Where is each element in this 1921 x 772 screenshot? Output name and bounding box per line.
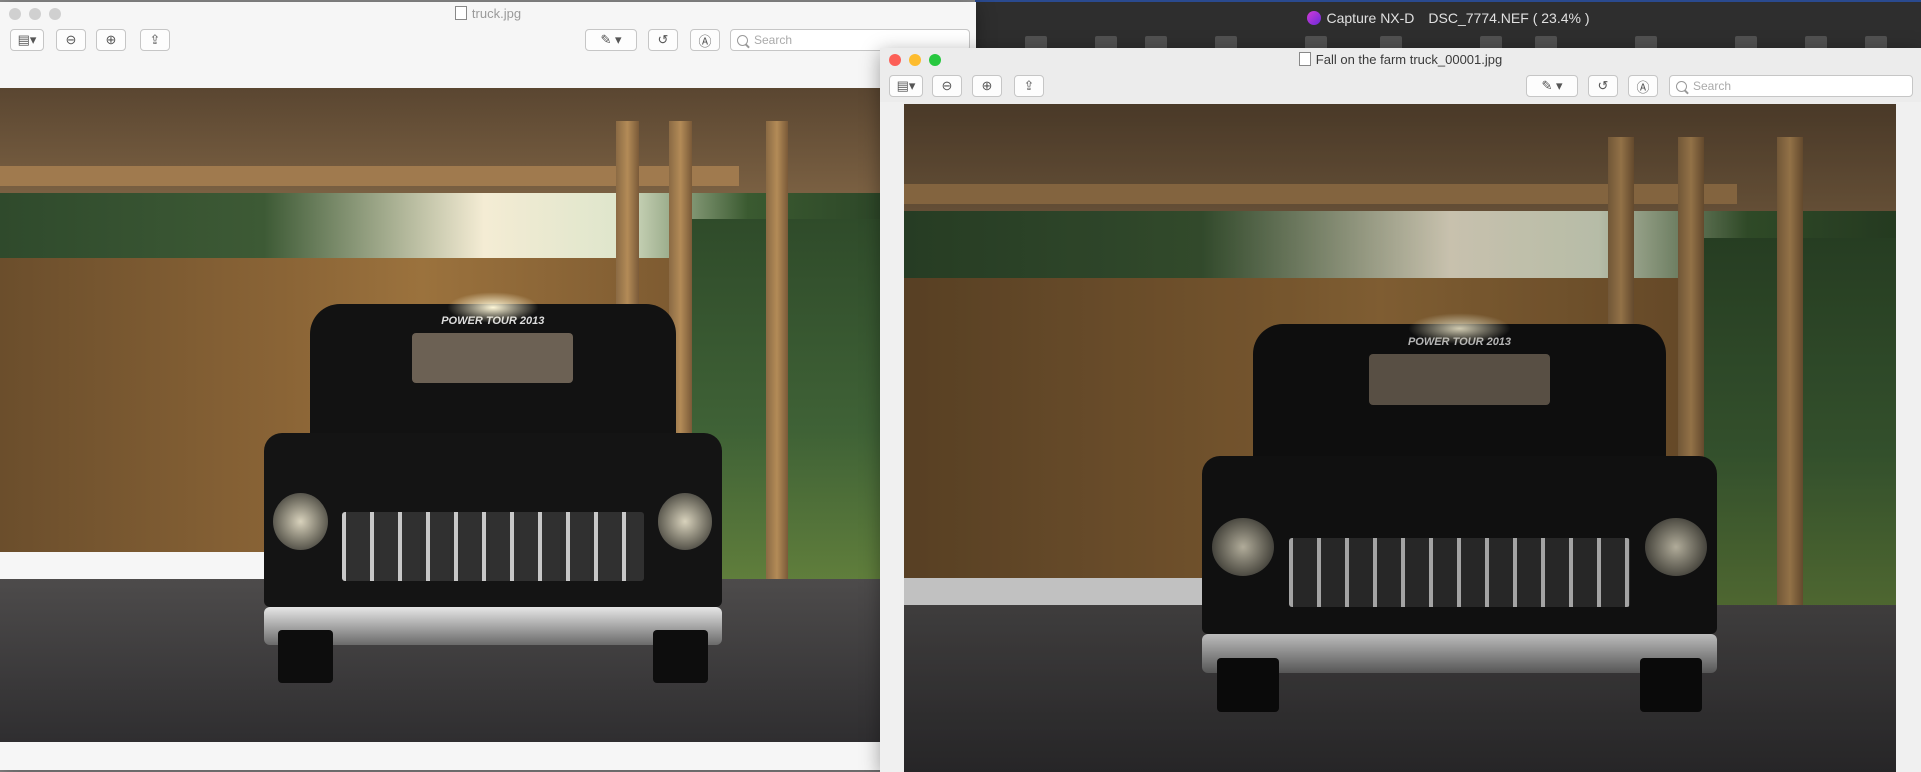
share-icon: ⇪ [149,32,161,47]
sun-glare [1407,312,1512,344]
annotate-button[interactable]: Ⓐ [690,29,720,51]
capture-nxd-document: DSC_7774.NEF ( 23.4% ) [1428,10,1590,26]
annotate-button[interactable]: Ⓐ [1628,75,1658,97]
truck-windshield [412,332,574,384]
truck-cab: POWER TOUR 2013 [309,303,676,448]
photo-post [1776,137,1803,659]
zoom-out-button[interactable]: ⊖ [56,29,86,51]
annotate-icon: Ⓐ [1636,79,1650,95]
zoom-in-icon: ⊕ [105,32,117,47]
zoom-in-icon: ⊕ [981,78,993,93]
truck-windshield [1368,353,1551,406]
image-margin [1896,102,1921,772]
markup-button[interactable]: ✎ ▾ [1526,75,1578,97]
preview-window-fall-on-the-farm: Fall on the farm truck_00001.jpg ▤▾ ⊖ ⊕ … [880,48,1921,772]
share-icon: ⇪ [1023,78,1035,93]
window-title-text: truck.jpg [471,6,522,21]
photo-truck: POWER TOUR 2013 [264,292,722,684]
zoom-in-button[interactable]: ⊕ [972,75,1002,97]
capture-nxd-logo-icon [1306,11,1321,25]
search-placeholder: Search [754,33,793,47]
image-view[interactable]: POWER TOUR 2013 [904,104,1896,772]
truck-grille [1289,537,1630,608]
zoom-out-icon: ⊖ [65,32,77,47]
zoom-out-icon: ⊖ [941,78,953,93]
sidebar-toggle-button[interactable]: ▤▾ [889,75,923,97]
preview-window-truck: truck.jpg ▤▾ ⊖ ⊕ ⇪ ✎ ▾ ↺ Ⓐ Search POWER … [0,2,976,770]
search-icon [737,34,748,46]
rotate-icon: ↺ [657,32,669,47]
search-placeholder: Search [1693,79,1732,93]
truck-headlight [273,493,329,551]
rotate-button[interactable]: ↺ [1588,75,1618,97]
photo-truck: POWER TOUR 2013 [1201,312,1718,712]
capture-nxd-app-name: Capture NX-D [1326,10,1415,26]
window-titlebar[interactable]: Fall on the farm truck_00001.jpg [880,48,1921,72]
search-icon [1676,80,1687,92]
zoom-in-button[interactable]: ⊕ [96,29,126,51]
rotate-icon: ↺ [1597,78,1609,93]
truck-tire [277,630,333,684]
photo-post [765,120,789,631]
truck-headlight [1645,518,1708,577]
truck-grille [341,512,644,581]
markup-button[interactable]: ✎ ▾ [585,29,637,51]
share-button[interactable]: ⇪ [140,29,170,51]
window-title-text: Fall on the farm truck_00001.jpg [1315,52,1503,67]
truck-tire [652,630,708,684]
window-title: truck.jpg [0,6,976,21]
window-toolbar: ▤▾ ⊖ ⊕ ⇪ ✎ ▾ ↺ Ⓐ Search [0,26,976,56]
window-titlebar[interactable]: truck.jpg [0,2,976,26]
rotate-button[interactable]: ↺ [648,29,678,51]
image-view[interactable]: POWER TOUR 2013 [0,88,880,742]
annotate-icon: Ⓐ [698,33,712,49]
sidebar-toggle-icon: ▤▾ [896,78,916,93]
truck-tire [1217,657,1279,712]
zoom-out-button[interactable]: ⊖ [932,75,962,97]
pen-markup-icon: ✎ ▾ [1541,78,1563,93]
sidebar-toggle-icon: ▤▾ [17,32,37,47]
share-button[interactable]: ⇪ [1014,75,1044,97]
image-margin [880,102,904,772]
truck-headlight [1211,518,1274,577]
document-icon [1298,52,1311,66]
sun-glare [447,292,539,323]
search-field[interactable]: Search [1669,75,1913,97]
window-toolbar: ▤▾ ⊖ ⊕ ⇪ ✎ ▾ ↺ Ⓐ Search [880,72,1921,102]
truck-tire [1640,657,1702,712]
pen-markup-icon: ✎ ▾ [600,32,622,47]
sidebar-toggle-button[interactable]: ▤▾ [10,29,44,51]
capture-nxd-titlebar: Capture NX-D DSC_7774.NEF ( 23.4% ) [975,10,1921,26]
truck-cab: POWER TOUR 2013 [1253,324,1666,472]
window-title: Fall on the farm truck_00001.jpg [880,52,1921,67]
document-icon [454,6,467,20]
